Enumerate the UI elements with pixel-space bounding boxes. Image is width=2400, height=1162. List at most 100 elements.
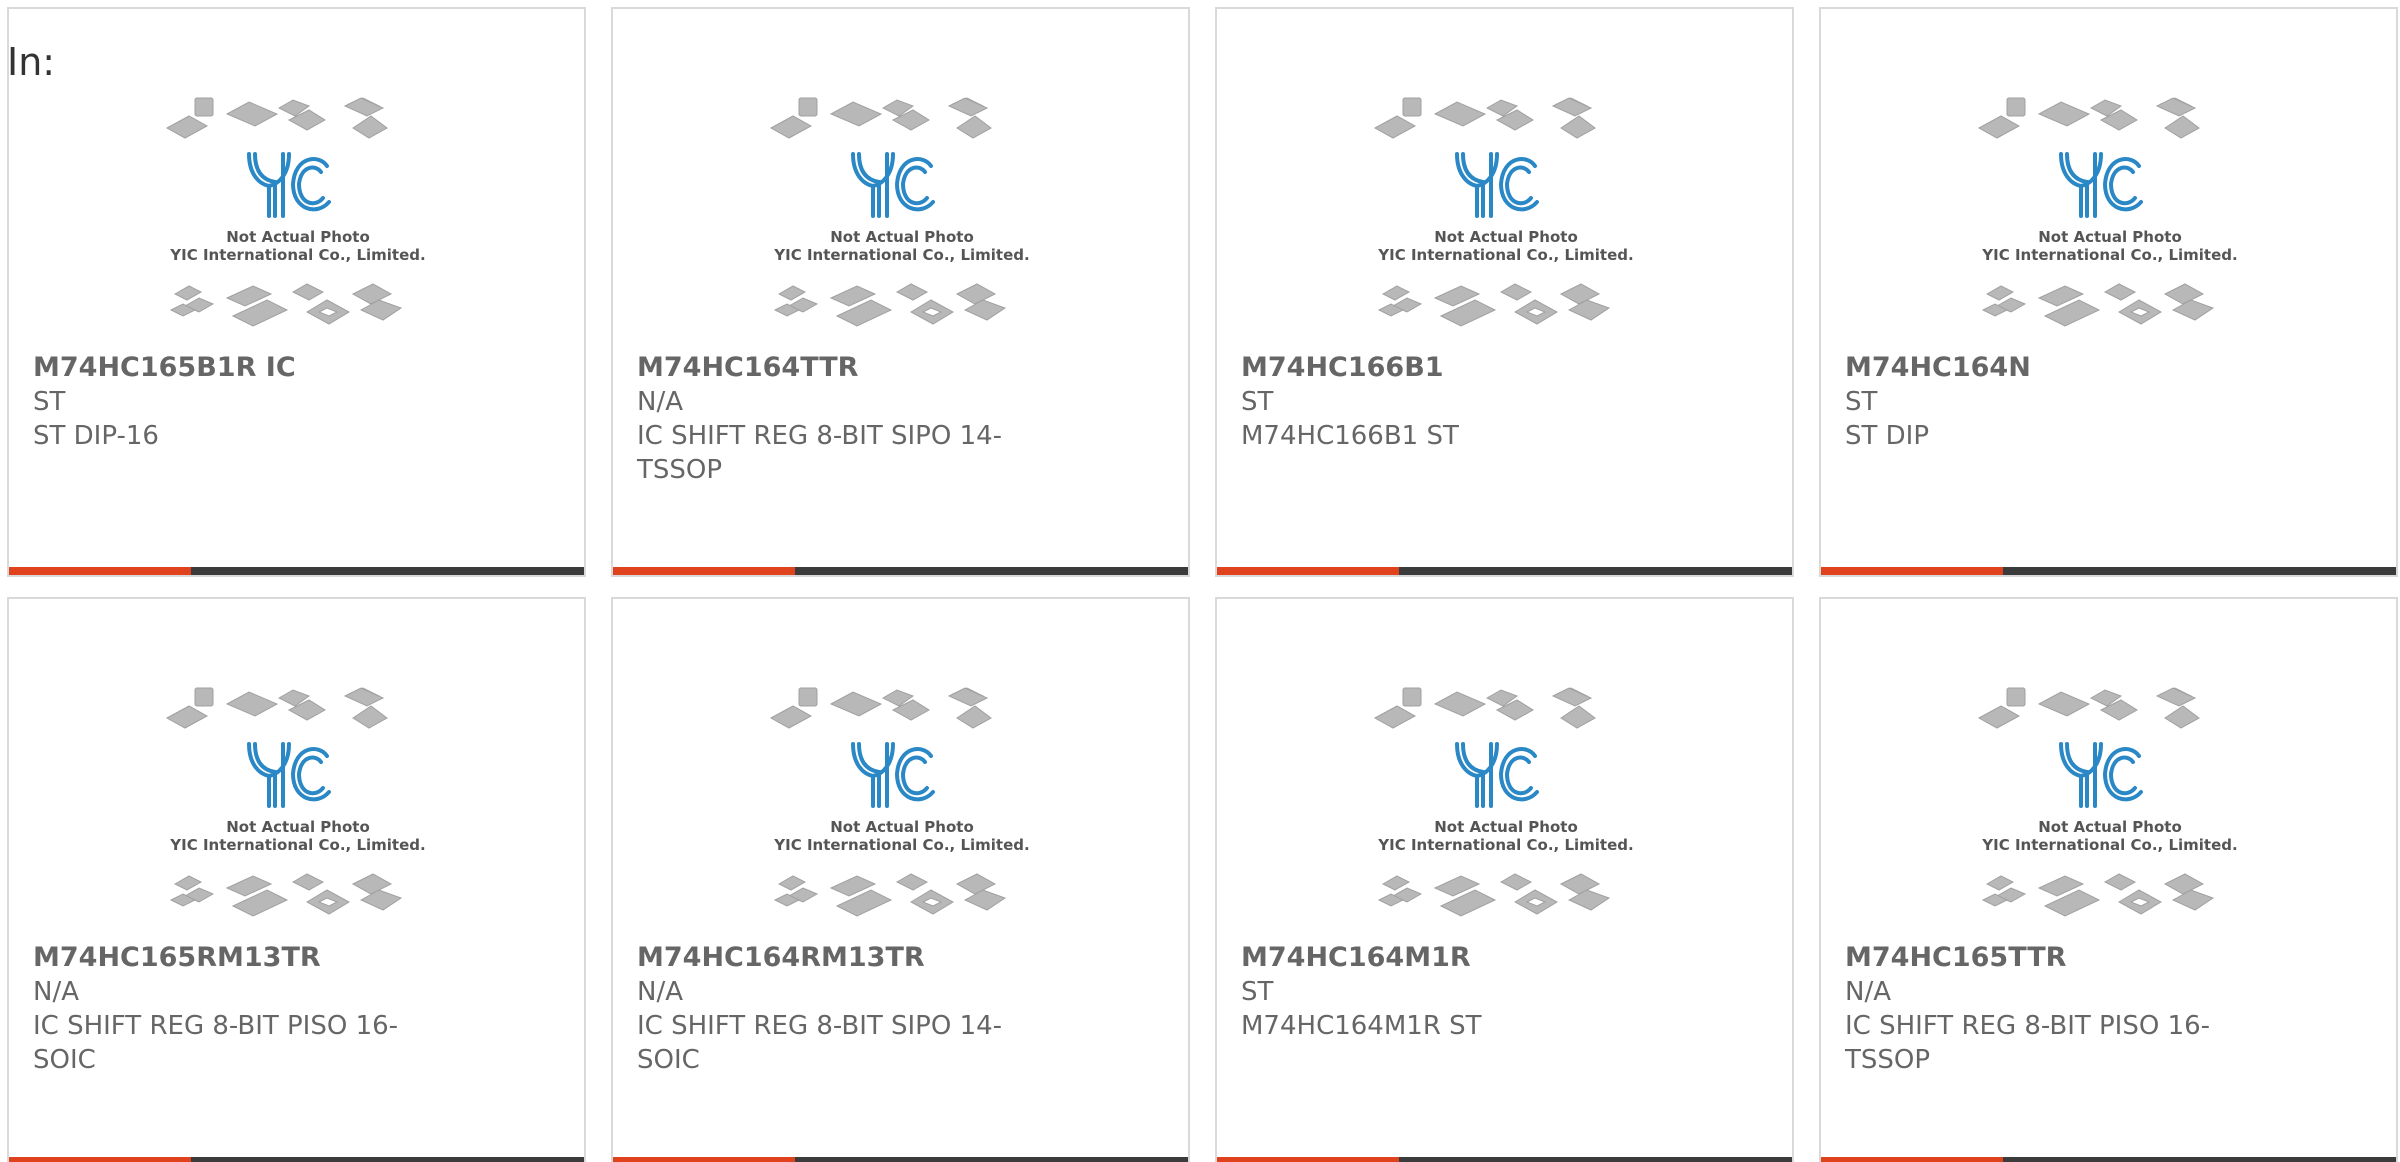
card-bottom-bar: [9, 567, 584, 575]
product-card[interactable]: Not Actual Photo YIC International Co., …: [1215, 7, 1794, 577]
product-card[interactable]: Not Actual Photo YIC International Co., …: [611, 7, 1190, 577]
chip-icons-bottom: [773, 283, 1007, 327]
product-placeholder-image: Not Actual Photo YIC International Co., …: [769, 97, 1030, 327]
bar-rest: [1399, 567, 1792, 575]
product-info: M74HC165TTR N/A IC SHIFT REG 8-BIT PISO …: [1845, 941, 2265, 1077]
chip-icons-bottom: [169, 283, 403, 327]
chip-icons-bottom: [1981, 873, 2215, 917]
product-description: IC SHIFT REG 8-BIT SIPO 14-TSSOP: [637, 421, 1003, 485]
yic-logo: [247, 742, 331, 808]
part-number[interactable]: M74HC166B1: [1241, 351, 1661, 385]
card-bottom-bar: [613, 1157, 1188, 1162]
product-card[interactable]: Not Actual Photo YIC International Co., …: [1819, 597, 2398, 1162]
part-number[interactable]: M74HC164M1R: [1241, 941, 1661, 975]
manufacturer: N/A: [637, 977, 683, 1007]
chip-icons-top: [165, 687, 388, 729]
yic-logo: [851, 742, 935, 808]
bar-accent: [1217, 1157, 1399, 1162]
chip-icons-top: [769, 687, 992, 729]
manufacturer: ST: [33, 387, 66, 417]
bar-accent: [9, 567, 191, 575]
photo-caption-line1: Not Actual Photo: [226, 228, 370, 246]
yic-logo: [247, 152, 331, 218]
photo-caption-line2: YIC International Co., Limited.: [1377, 246, 1633, 264]
bar-accent: [1821, 567, 2003, 575]
photo-caption-line2: YIC International Co., Limited.: [1981, 246, 2237, 264]
bar-rest: [191, 1157, 584, 1162]
product-card[interactable]: Not Actual Photo YIC International Co., …: [1819, 7, 2398, 577]
product-placeholder-image: Not Actual Photo YIC International Co., …: [1373, 687, 1634, 917]
bar-accent: [1821, 1157, 2003, 1162]
product-info: M74HC165RM13TR N/A IC SHIFT REG 8-BIT PI…: [33, 941, 453, 1077]
yic-logo: [851, 152, 935, 218]
chip-icons-bottom: [1981, 283, 2215, 327]
photo-caption-line2: YIC International Co., Limited.: [773, 246, 1029, 264]
product-card[interactable]: Not Actual Photo YIC International Co., …: [611, 597, 1190, 1162]
photo-caption-line2: YIC International Co., Limited.: [773, 836, 1029, 854]
photo-caption-line1: Not Actual Photo: [226, 818, 370, 836]
bar-rest: [2003, 1157, 2396, 1162]
card-bottom-bar: [613, 567, 1188, 575]
product-placeholder-image: Not Actual Photo YIC International Co., …: [165, 687, 426, 917]
product-placeholder-image: Not Actual Photo YIC International Co., …: [1977, 687, 2238, 917]
photo-caption-line1: Not Actual Photo: [1434, 818, 1578, 836]
manufacturer: N/A: [637, 387, 683, 417]
product-card[interactable]: Not Actual Photo YIC International Co., …: [7, 7, 586, 577]
chip-icons-top: [769, 97, 992, 139]
product-description: M74HC166B1 ST: [1241, 421, 1459, 451]
photo-caption-line1: Not Actual Photo: [830, 228, 974, 246]
product-placeholder-image: Not Actual Photo YIC International Co., …: [1373, 97, 1634, 327]
photo-caption-line1: Not Actual Photo: [2038, 228, 2182, 246]
product-description: IC SHIFT REG 8-BIT SIPO 14-SOIC: [637, 1011, 1003, 1075]
part-number[interactable]: M74HC164RM13TR: [637, 941, 1057, 975]
yic-logo: [2059, 152, 2143, 218]
product-description: IC SHIFT REG 8-BIT PISO 16-SOIC: [33, 1011, 399, 1075]
product-info: M74HC166B1 ST M74HC166B1 ST: [1241, 351, 1661, 453]
product-card[interactable]: Not Actual Photo YIC International Co., …: [7, 597, 586, 1162]
manufacturer: N/A: [1845, 977, 1891, 1007]
bar-rest: [795, 567, 1188, 575]
bar-rest: [2003, 567, 2396, 575]
product-description: ST DIP: [1845, 421, 1930, 451]
chip-icons-bottom: [773, 873, 1007, 917]
product-placeholder-image: Not Actual Photo YIC International Co., …: [1977, 97, 2238, 327]
manufacturer: N/A: [33, 977, 79, 1007]
product-card[interactable]: Not Actual Photo YIC International Co., …: [1215, 597, 1794, 1162]
photo-caption-line2: YIC International Co., Limited.: [1981, 836, 2237, 854]
chip-icons-bottom: [169, 873, 403, 917]
part-number[interactable]: M74HC165TTR: [1845, 941, 2265, 975]
yic-logo: [2059, 742, 2143, 808]
bar-accent: [9, 1157, 191, 1162]
part-number[interactable]: M74HC164N: [1845, 351, 2265, 385]
card-bottom-bar: [1821, 567, 2396, 575]
chip-icons-bottom: [1377, 283, 1611, 327]
card-bottom-bar: [1217, 567, 1792, 575]
bar-accent: [1217, 567, 1399, 575]
yic-logo: [1455, 742, 1539, 808]
chip-icons-top: [1373, 97, 1596, 139]
bar-rest: [795, 1157, 1188, 1162]
product-description: IC SHIFT REG 8-BIT PISO 16-TSSOP: [1845, 1011, 2211, 1075]
bar-accent: [613, 567, 795, 575]
part-number[interactable]: M74HC165B1R IC: [33, 351, 453, 385]
product-description: M74HC164M1R ST: [1241, 1011, 1482, 1041]
product-grid-page: In: Not Actual Photo YIC International C…: [0, 0, 2400, 1162]
product-info: M74HC164M1R ST M74HC164M1R ST: [1241, 941, 1661, 1043]
part-number[interactable]: M74HC165RM13TR: [33, 941, 453, 975]
bar-accent: [613, 1157, 795, 1162]
manufacturer: ST: [1241, 977, 1274, 1007]
bar-rest: [1399, 1157, 1792, 1162]
product-grid: Not Actual Photo YIC International Co., …: [7, 7, 2400, 1162]
photo-caption-line2: YIC International Co., Limited.: [1377, 836, 1633, 854]
card-bottom-bar: [1821, 1157, 2396, 1162]
bar-rest: [191, 567, 584, 575]
photo-caption-line1: Not Actual Photo: [830, 818, 974, 836]
section-heading: In:: [7, 40, 56, 84]
photo-caption-line2: YIC International Co., Limited.: [169, 836, 425, 854]
manufacturer: ST: [1845, 387, 1878, 417]
chip-icons-top: [1977, 687, 2200, 729]
product-info: M74HC165B1R IC ST ST DIP-16: [33, 351, 453, 453]
part-number[interactable]: M74HC164TTR: [637, 351, 1057, 385]
photo-caption-line2: YIC International Co., Limited.: [169, 246, 425, 264]
product-description: ST DIP-16: [33, 421, 159, 451]
